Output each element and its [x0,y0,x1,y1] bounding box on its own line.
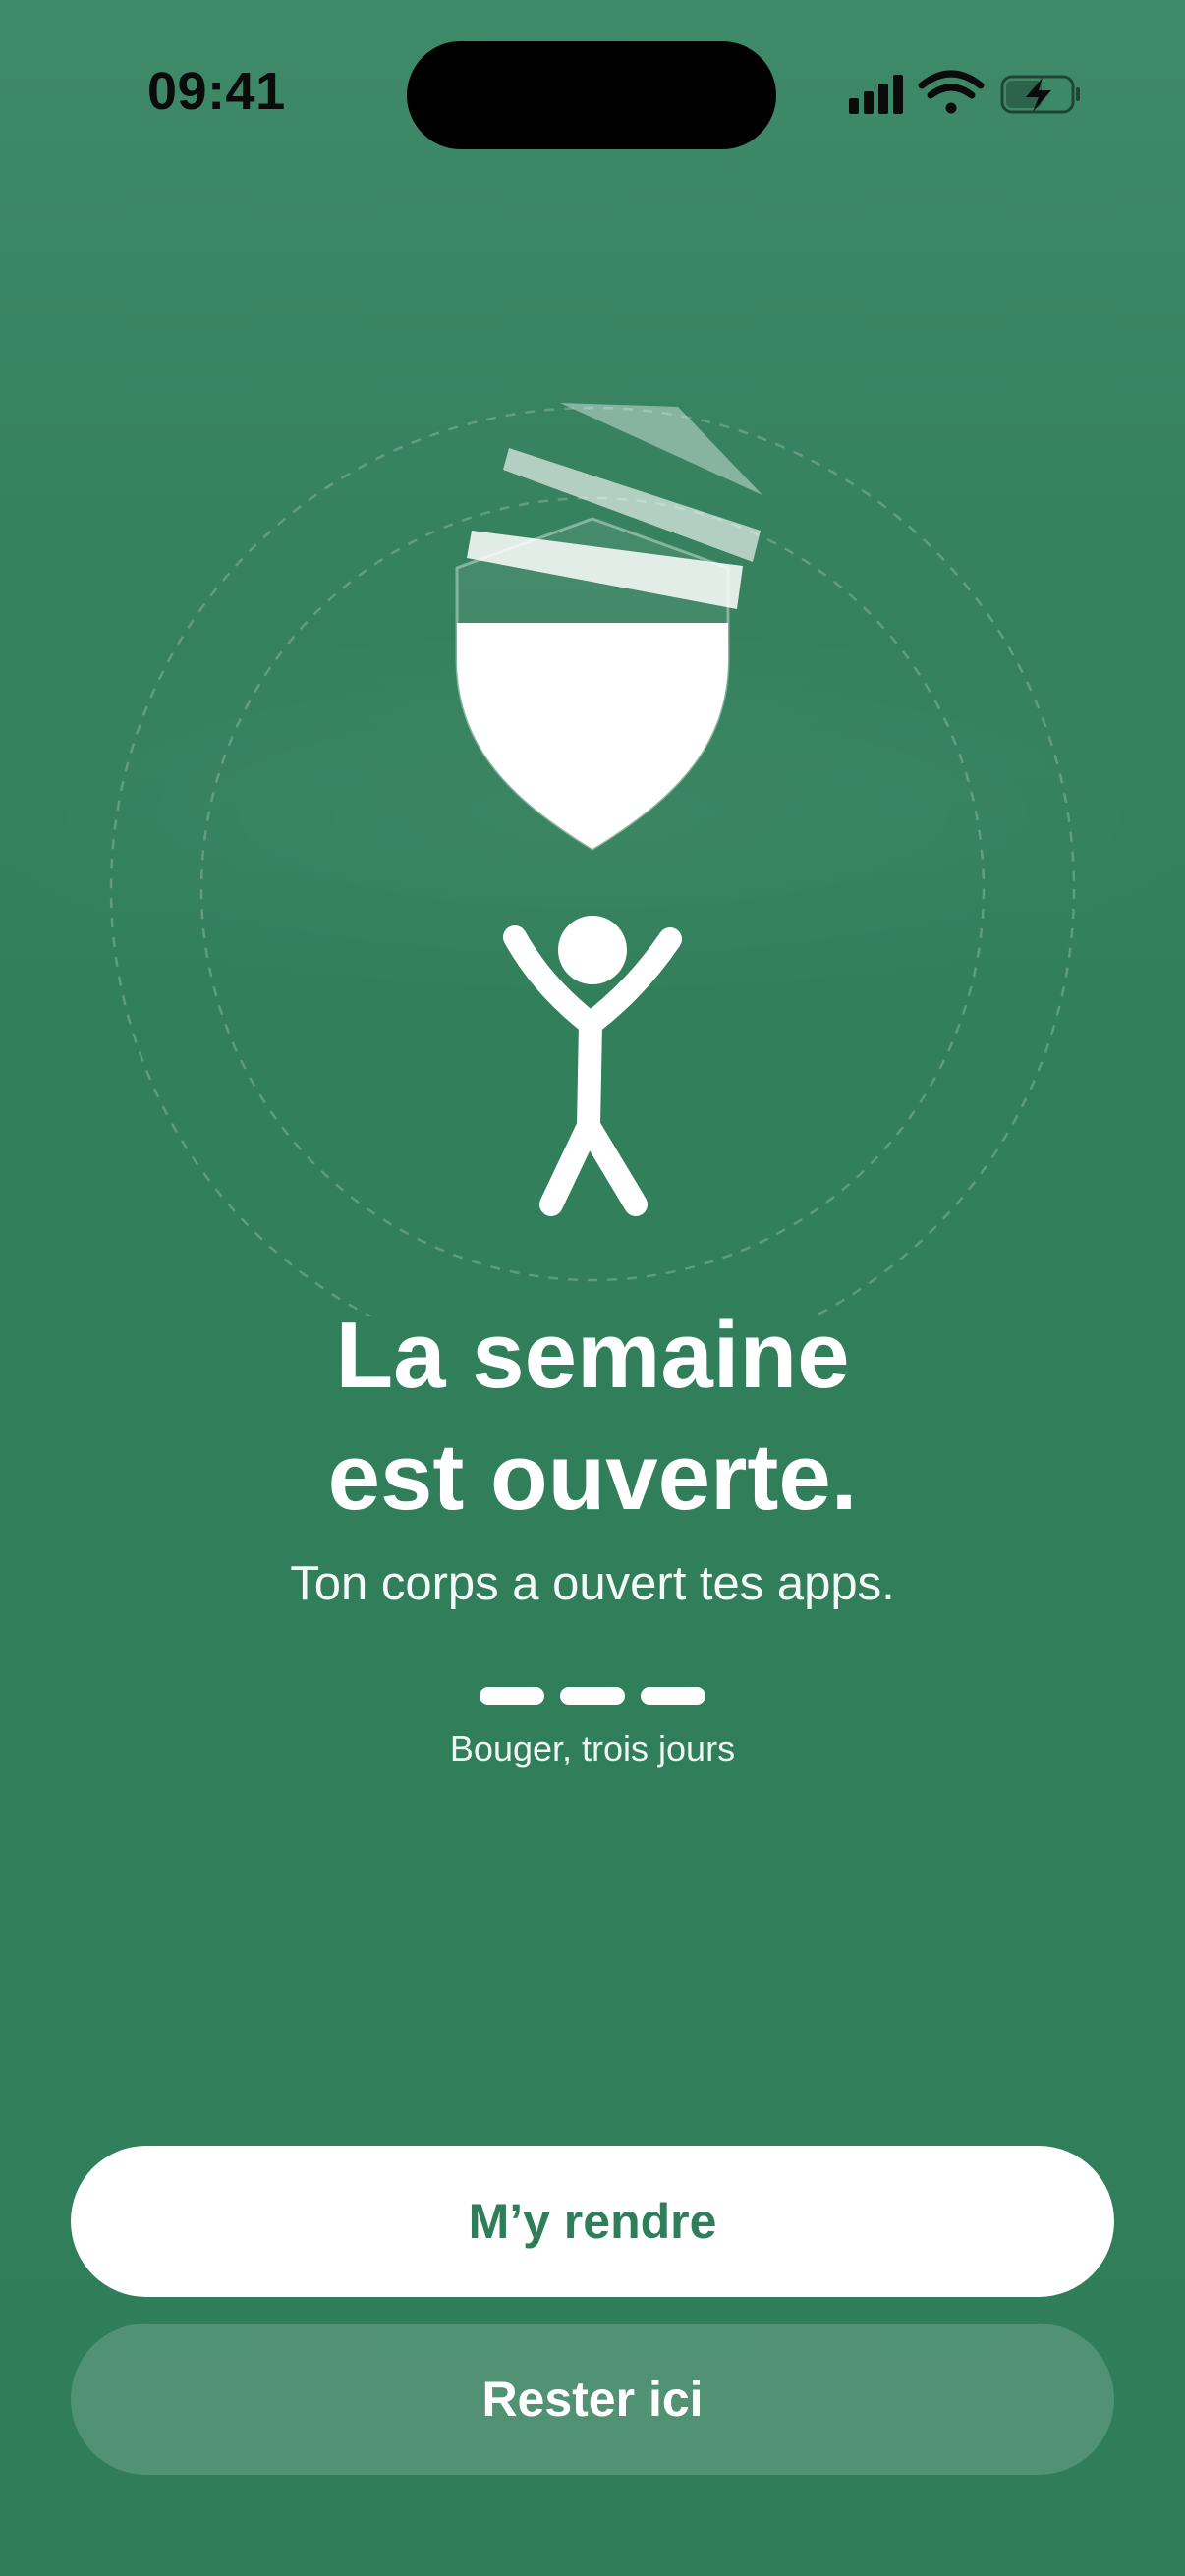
status-icons [849,70,1080,114]
progress-caption: Bouger, trois jours [449,1728,736,1768]
progress-dash-day-2 [560,1687,625,1705]
battery-charging-icon [1000,75,1080,114]
week-unlocked-screen: 09:41 La semaine est ouverte. Ton corps … [0,0,1185,2576]
stay-here-button[interactable]: Rester ici [71,2324,1114,2475]
wifi-icon [918,70,985,114]
headline: La semaine est ouverte. [0,1295,1185,1539]
status-bar: 09:41 [0,0,1185,196]
headline-line-2: est ouverte. [327,1425,858,1530]
dynamic-island [407,41,776,149]
headline-line-1: La semaine [335,1303,850,1408]
status-time: 09:41 [147,62,286,121]
progress-indicator [480,1687,705,1705]
unlocked-illustration [109,403,1076,1316]
go-there-button[interactable]: M’y rendre [71,2146,1114,2297]
progress-dash-day-3 [641,1687,705,1705]
cellular-signal-icon [849,75,903,114]
progress-dash-day-1 [480,1687,544,1705]
shield-icon [455,517,730,851]
person-arms-up-icon [503,916,682,1216]
subtitle: Ton corps a ouvert tes apps. [290,1557,895,1610]
